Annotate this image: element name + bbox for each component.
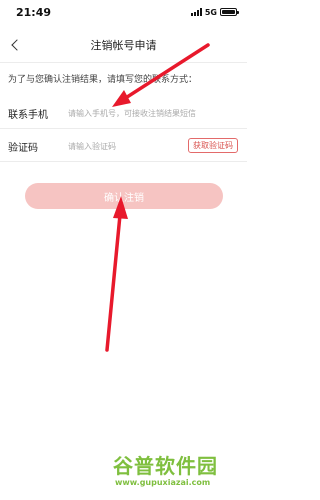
nav-bar: 注销帐号申请 [0,28,247,62]
phone-divider [0,128,247,129]
confirm-cancel-account-button[interactable]: 确认注销 [25,183,223,209]
watermark-url: www.gupuxiazai.com [115,478,211,487]
code-divider [0,161,247,162]
code-input[interactable] [68,137,168,155]
code-label: 验证码 [8,143,38,154]
get-code-button[interactable]: 获取验证码 [188,138,238,153]
network-type: 5G [204,7,217,17]
status-icons: 5G [190,7,239,17]
status-time: 21:49 [16,5,52,19]
code-row: 验证码 获取验证码 [0,131,247,161]
watermark-logo: 谷普软件园 www.gupuxiazai.com [113,450,241,494]
arrow-to-confirm-button-icon [105,196,128,352]
status-bar: 21:49 5G [0,0,247,24]
page-title: 注销帐号申请 [90,39,157,52]
signal-icon [190,8,202,16]
battery-icon [220,8,239,16]
phone-input[interactable] [68,104,240,122]
notice-text: 为了与您确认注销结果，请填写您的联系方式： [8,75,198,85]
phone-row: 联系手机 [0,98,247,128]
phone-label: 联系手机 [8,110,48,121]
nav-divider [0,62,247,63]
watermark-title: 谷普软件园 [113,454,218,478]
